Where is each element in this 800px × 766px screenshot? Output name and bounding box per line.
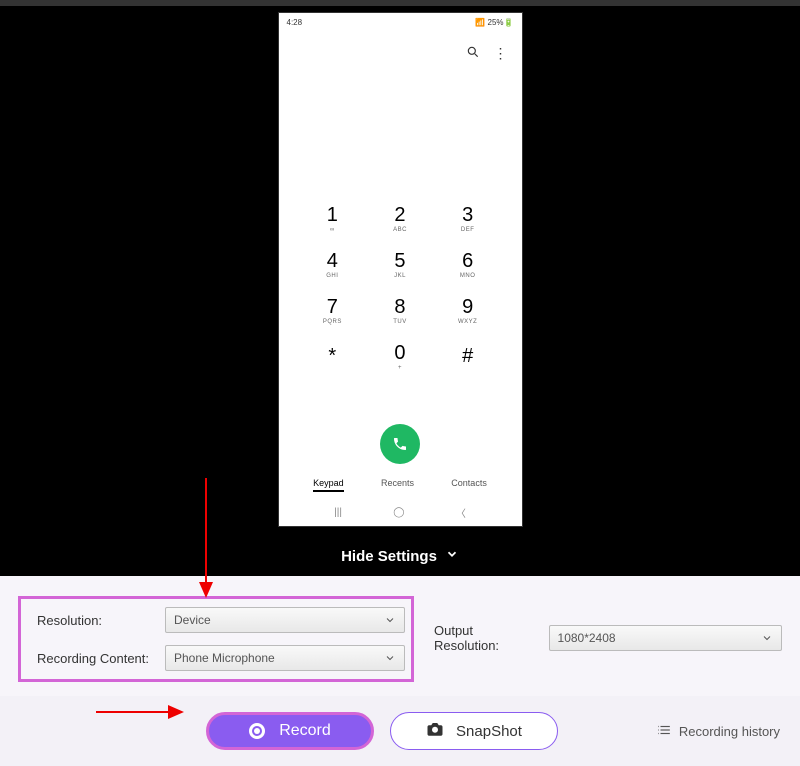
chevron-down-icon: [445, 547, 459, 565]
record-label: Record: [279, 722, 331, 740]
phone-tabs: Keypad Recents Contacts: [279, 464, 522, 498]
snapshot-button[interactable]: SnapShot: [390, 712, 558, 750]
hide-settings-label: Hide Settings: [341, 548, 437, 565]
recording-content-row: Recording Content: Phone Microphone: [27, 645, 405, 671]
camera-icon: [426, 721, 444, 741]
resolution-value: Device: [174, 613, 211, 627]
chevron-down-icon: [384, 652, 396, 664]
key-1[interactable]: 1∞: [327, 204, 338, 233]
nav-home-icon[interactable]: ◯: [393, 507, 404, 518]
preview-area: 4:28 📶 25%🔋 ⋮ 1∞ 2ABC 3DEF 4GHI 5JKL 6MN…: [0, 6, 800, 536]
key-9[interactable]: 9WXYZ: [458, 296, 477, 325]
call-button[interactable]: [380, 424, 420, 464]
key-6[interactable]: 6MNO: [460, 250, 476, 279]
nav-back-icon[interactable]: 〈: [456, 505, 466, 520]
output-resolution-value: 1080*2408: [558, 631, 616, 645]
phone-status-bar: 4:28 📶 25%🔋: [279, 13, 522, 31]
search-icon[interactable]: [466, 45, 480, 62]
chevron-down-icon: [761, 632, 773, 644]
status-time: 4:28: [287, 18, 303, 27]
key-3[interactable]: 3DEF: [461, 204, 475, 233]
output-resolution-row: Output Resolution: 1080*2408: [434, 594, 782, 682]
output-resolution-dropdown[interactable]: 1080*2408: [549, 625, 782, 651]
status-battery: 📶 25%🔋: [475, 18, 513, 27]
key-4[interactable]: 4GHI: [326, 250, 338, 279]
history-label: Recording history: [679, 724, 780, 739]
key-star[interactable]: *: [328, 345, 336, 368]
annotation-arrow-down: [195, 478, 217, 603]
settings-panel: Resolution: Device Recording Content: Ph…: [0, 576, 800, 696]
tab-contacts[interactable]: Contacts: [451, 478, 487, 492]
dialer-keypad: 1∞ 2ABC 3DEF 4GHI 5JKL 6MNO 7PQRS 8TUV 9…: [279, 195, 522, 414]
recording-history-link[interactable]: Recording history: [657, 724, 780, 739]
settings-highlight-box: Resolution: Device Recording Content: Ph…: [18, 596, 414, 682]
chevron-down-icon: [384, 614, 396, 626]
record-icon: [249, 723, 265, 739]
tab-keypad[interactable]: Keypad: [313, 478, 344, 492]
list-icon: [657, 724, 671, 739]
key-7[interactable]: 7PQRS: [323, 296, 342, 325]
tab-recents[interactable]: Recents: [381, 478, 414, 492]
phone-nav-bar: ||| ◯ 〈: [279, 498, 522, 526]
resolution-row: Resolution: Device: [27, 607, 405, 633]
recording-content-dropdown[interactable]: Phone Microphone: [165, 645, 405, 671]
snapshot-label: SnapShot: [456, 723, 522, 740]
annotation-arrow-right: [96, 701, 184, 728]
key-0[interactable]: 0+: [394, 342, 405, 371]
record-button[interactable]: Record: [206, 712, 374, 750]
resolution-dropdown[interactable]: Device: [165, 607, 405, 633]
recording-content-label: Recording Content:: [27, 651, 157, 666]
hide-settings-toggle[interactable]: Hide Settings: [0, 536, 800, 576]
key-hash[interactable]: #: [462, 345, 473, 368]
more-icon[interactable]: ⋮: [494, 46, 508, 60]
recording-content-value: Phone Microphone: [174, 651, 275, 665]
key-2[interactable]: 2ABC: [393, 204, 407, 233]
key-8[interactable]: 8TUV: [393, 296, 407, 325]
resolution-label: Resolution:: [27, 613, 157, 628]
phone-app-bar: ⋮: [279, 31, 522, 75]
key-5[interactable]: 5JKL: [394, 250, 406, 279]
phone-mirror-screen: 4:28 📶 25%🔋 ⋮ 1∞ 2ABC 3DEF 4GHI 5JKL 6MN…: [278, 12, 523, 527]
nav-recents-icon[interactable]: |||: [334, 507, 342, 518]
output-resolution-label: Output Resolution:: [434, 623, 539, 653]
